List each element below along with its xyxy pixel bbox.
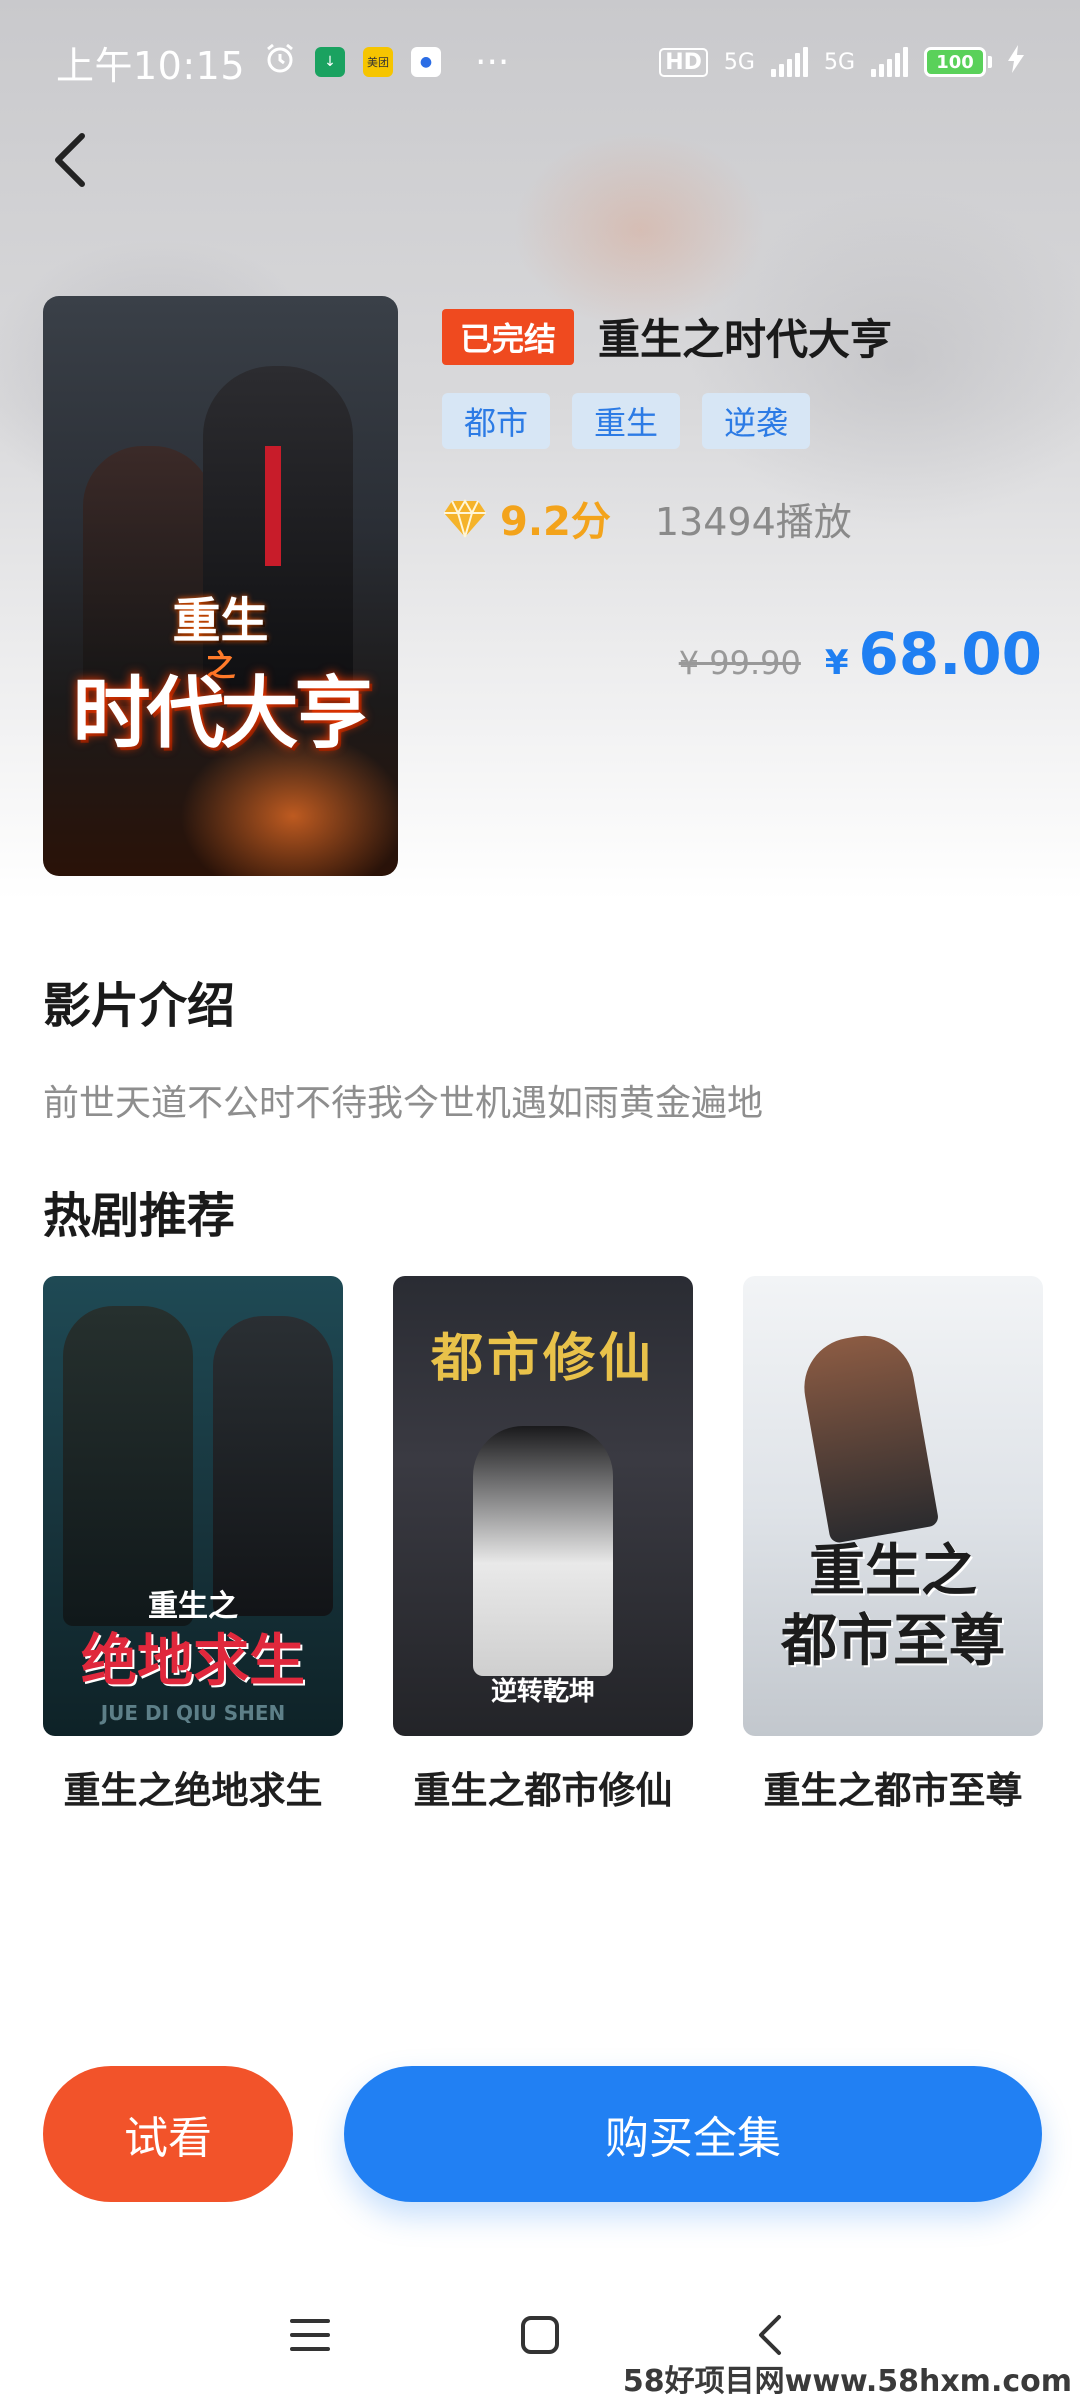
movie-poster: 重生 之 时代大亨 xyxy=(43,296,398,876)
recommend-title[interactable]: 重生之都市至尊 xyxy=(743,1760,1043,1814)
poster-text-main: 时代大亨 xyxy=(72,669,372,759)
recommend-item[interactable]: 都市修仙 逆转乾坤 重生之都市修仙 xyxy=(393,1276,693,1814)
recommend-cover[interactable]: 重生之 绝地求生 JUE DI QIU SHEN xyxy=(43,1276,343,1736)
back-button[interactable] xyxy=(30,120,110,200)
currency-symbol: ¥ xyxy=(824,643,849,683)
net-type-1: 5G xyxy=(723,49,755,75)
intro-text: 前世天道不公时不待我今世机遇如雨黄金遍地 xyxy=(43,1083,764,1124)
price: ¥ 99.90 ¥ 68.00 xyxy=(442,620,1042,688)
genre-tag[interactable]: 都市 xyxy=(442,393,551,449)
recommend-item[interactable]: 重生之 都市至尊 重生之都市至尊 xyxy=(743,1276,1043,1814)
cover-text: 逆转乾坤 xyxy=(490,1677,595,1707)
current-price: 68.00 xyxy=(858,620,1042,688)
genre-tag[interactable]: 重生 xyxy=(572,393,681,449)
buy-all-button[interactable]: 购买全集 xyxy=(344,2066,1042,2202)
recommend-list: 重生之 绝地求生 JUE DI QIU SHEN 重生之绝地求生 都市修仙 逆转… xyxy=(43,1276,1043,1814)
genre-tags: 都市 重生 逆袭 xyxy=(442,393,1042,449)
recommend-item[interactable]: 重生之 绝地求生 JUE DI QIU SHEN 重生之绝地求生 xyxy=(43,1276,343,1814)
cover-text: JUE DI QIU SHEN xyxy=(100,1701,286,1725)
baidu-app-icon: ● xyxy=(411,47,442,77)
menu-icon xyxy=(290,2319,330,2351)
meituan-app-icon: 美团 xyxy=(363,47,394,77)
more-notifications-icon: ··· xyxy=(475,41,510,83)
home-square-icon xyxy=(521,2316,559,2354)
signal-icon xyxy=(770,47,808,77)
watermark: 58好项目网www.58hxm.com xyxy=(616,2356,1078,2400)
battery-level: 100 xyxy=(924,47,986,77)
hd-icon: HD xyxy=(659,47,708,77)
trial-button[interactable]: 试看 xyxy=(43,2066,293,2202)
status-bar: 上午10:15 ↓ 美团 ● ··· HD 5G 5G 100 xyxy=(0,0,1080,124)
play-count: 13494播放 xyxy=(654,499,852,544)
home-button[interactable] xyxy=(510,2305,570,2365)
charging-icon xyxy=(1008,45,1024,79)
signal-icon-2 xyxy=(871,47,908,77)
rating-score: 9.2分 xyxy=(500,499,611,545)
status-time: 上午10:15 xyxy=(56,43,246,88)
original-price: ¥ 99.90 xyxy=(678,644,801,682)
movie-title: 重生之时代大亨 xyxy=(598,315,893,364)
recommend-title[interactable]: 重生之都市修仙 xyxy=(393,1760,693,1814)
alarm-icon xyxy=(263,41,297,84)
cover-text: 重生之 xyxy=(809,1539,977,1604)
recommend-heading: 热剧推荐 xyxy=(43,1188,236,1244)
recommend-cover[interactable]: 都市修仙 逆转乾坤 xyxy=(393,1276,693,1736)
status-badge: 已完结 xyxy=(442,308,575,365)
chevron-left-icon xyxy=(55,133,85,187)
movie-info: 已完结 重生之时代大亨 都市 重生 逆袭 9.2分 13494播放 xyxy=(442,306,1042,547)
back-arrow-icon xyxy=(759,2315,781,2355)
cover-text: 都市修仙 xyxy=(430,1329,655,1389)
genre-tag[interactable]: 逆袭 xyxy=(702,393,811,449)
recommend-cover[interactable]: 重生之 都市至尊 xyxy=(743,1276,1043,1736)
cover-text: 绝地求生 xyxy=(81,1629,305,1694)
battery-icon: 100 xyxy=(924,47,992,77)
diamond-icon xyxy=(444,499,486,538)
recommend-title[interactable]: 重生之绝地求生 xyxy=(43,1760,343,1814)
net-type-2: 5G xyxy=(823,49,855,75)
download-app-icon: ↓ xyxy=(315,47,346,77)
intro-heading: 影片介绍 xyxy=(43,978,236,1034)
cover-text: 都市至尊 xyxy=(781,1609,1005,1674)
menu-button[interactable] xyxy=(280,2305,340,2365)
